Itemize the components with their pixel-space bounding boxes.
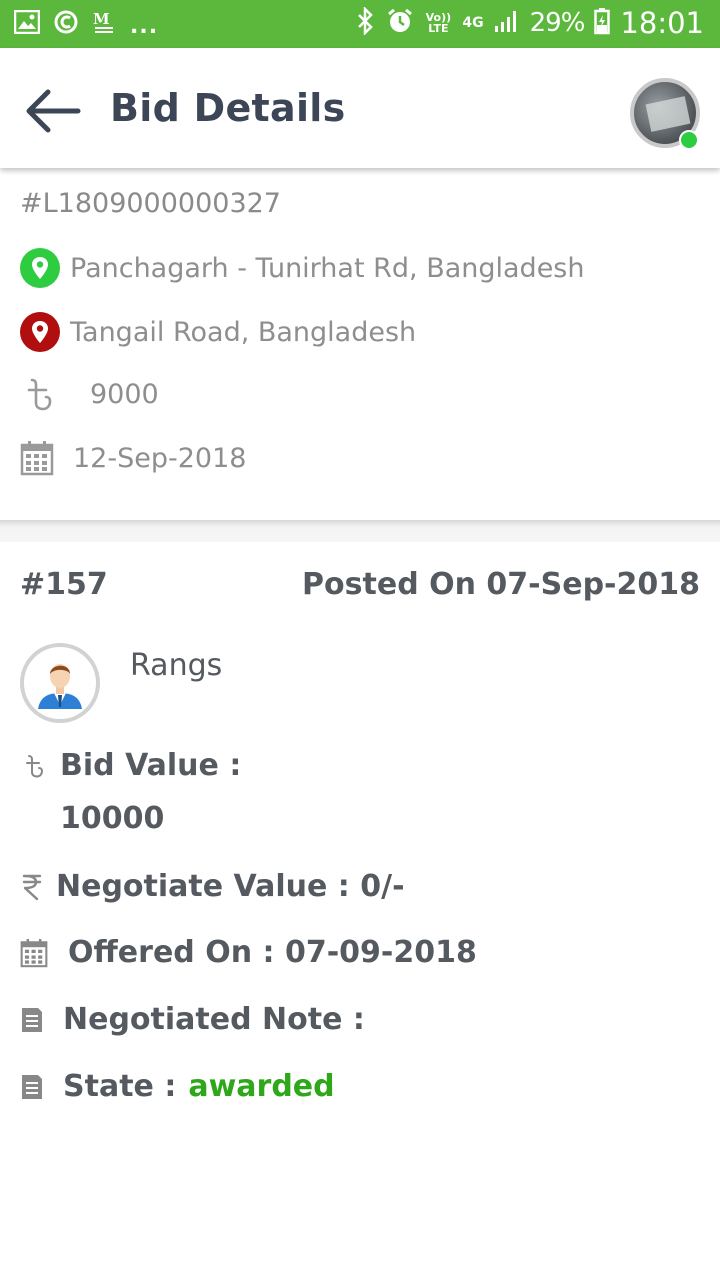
date-row: 12-Sep-2018 (20, 440, 246, 476)
online-status-badge (679, 130, 699, 150)
calendar-icon (20, 938, 48, 968)
negotiate-value-row: Negotiate Value : 0/- (20, 869, 405, 904)
volte-indicator: Vo)) LTE (425, 11, 452, 35)
taka-icon (20, 376, 60, 412)
amount-row: 9000 (20, 376, 159, 412)
overflow-indicator: ... (130, 13, 159, 39)
pickup-location-icon (20, 248, 60, 288)
note-icon (20, 1074, 44, 1100)
user-avatar-icon (38, 664, 82, 709)
pickup-address: Panchagarh - Tunirhat Rd, Bangladesh (70, 252, 585, 284)
clock: 18:01 (620, 6, 704, 40)
rupee-icon (20, 873, 44, 901)
section-divider (0, 520, 720, 542)
dropoff-location-icon (20, 312, 60, 352)
taka-icon (20, 753, 50, 779)
alarm-icon (386, 7, 414, 39)
cc-icon (54, 10, 78, 38)
bid-value: 10000 (60, 801, 165, 836)
offered-on-row: Offered On : 07-09-2018 (20, 935, 477, 970)
battery-icon (594, 7, 611, 39)
app-bar: Bid Details (0, 48, 720, 168)
network-type: 4G (462, 14, 484, 31)
load-date: 12-Sep-2018 (73, 442, 247, 474)
load-amount: 9000 (90, 378, 159, 410)
negotiated-note-label: Negotiated Note : (63, 1002, 365, 1037)
state-row: State : awarded (20, 1069, 335, 1104)
page-title: Bid Details (110, 86, 346, 130)
image-icon (13, 9, 41, 38)
load-id: #L1809000000327 (20, 188, 281, 219)
bid-value-label: Bid Value : (60, 748, 242, 783)
bid-value-row: Bid Value : (20, 748, 241, 783)
bidder-avatar (20, 643, 100, 723)
note-icon (20, 1007, 44, 1033)
status-bar: M ... Vo)) LTE 4G 29% 18:01 (0, 0, 720, 48)
dropoff-row: Tangail Road, Bangladesh (20, 312, 416, 352)
bluetooth-icon (354, 5, 376, 39)
dropoff-address: Tangail Road, Bangladesh (70, 316, 417, 348)
pickup-row: Panchagarh - Tunirhat Rd, Bangladesh (20, 248, 585, 288)
mail-icon: M (92, 9, 116, 39)
state-badge: awarded (188, 1069, 335, 1104)
load-details-card: #L1809000000327 Panchagarh - Tunirhat Rd… (0, 168, 720, 520)
posted-on-date: Posted On 07-Sep-2018 (302, 567, 700, 602)
offered-on: Offered On : 07-09-2018 (68, 935, 477, 970)
back-button[interactable] (22, 86, 88, 136)
battery-percent: 29% (529, 8, 586, 38)
calendar-icon (20, 440, 56, 476)
state-label: State : (63, 1069, 177, 1104)
bid-id: #157 (20, 567, 108, 602)
negotiated-note-row: Negotiated Note : (20, 1002, 365, 1037)
signal-icon (494, 8, 520, 38)
bidder-name: Rangs (130, 648, 223, 683)
svg-text:M: M (93, 10, 110, 28)
negotiate-value: Negotiate Value : 0/- (56, 869, 405, 904)
arrow-left-icon (26, 89, 81, 133)
